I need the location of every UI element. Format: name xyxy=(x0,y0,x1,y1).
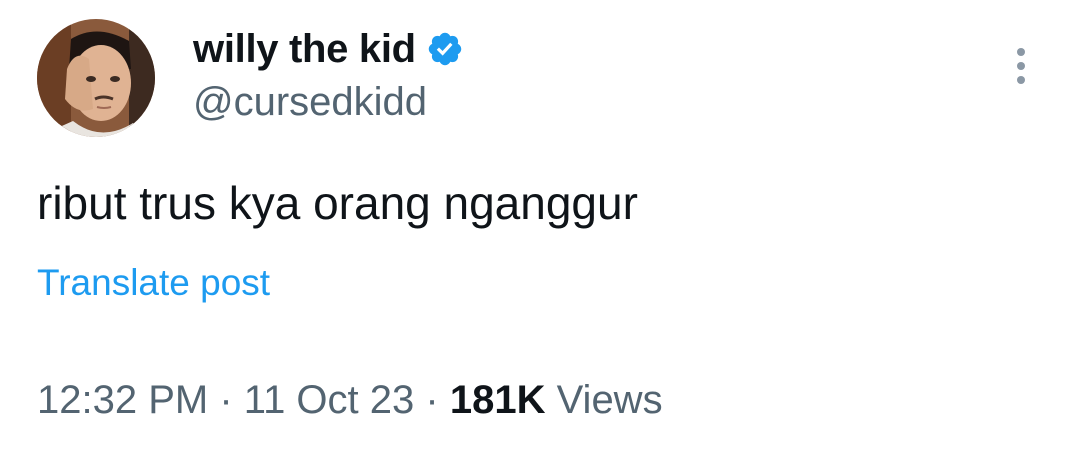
avatar[interactable] xyxy=(37,19,155,137)
author-name-row: willy the kid xyxy=(193,24,464,74)
more-vertical-icon xyxy=(1017,48,1025,84)
author-display-name[interactable]: willy the kid xyxy=(193,24,416,74)
post-text: ribut trus kya orang nganggur xyxy=(37,177,638,229)
views-label[interactable]: Views xyxy=(557,378,663,422)
more-options-button[interactable] xyxy=(1009,46,1033,86)
author-handle[interactable]: @cursedkidd xyxy=(193,77,427,127)
post-date[interactable]: 11 Oct 23 xyxy=(244,378,414,422)
translate-post-link[interactable]: Translate post xyxy=(37,259,270,307)
post-time[interactable]: 12:32 PM xyxy=(37,378,208,422)
meta-separator: · xyxy=(425,378,439,422)
meta-separator: · xyxy=(219,378,233,422)
post-meta: 12:32 PM · 11 Oct 23 · 181K Views xyxy=(37,374,663,426)
avatar-image xyxy=(37,19,155,137)
verified-badge-icon[interactable] xyxy=(426,30,464,68)
tweet: willy the kid @cursedkidd ribut trus kya… xyxy=(0,0,1080,453)
views-count[interactable]: 181K xyxy=(450,378,546,422)
